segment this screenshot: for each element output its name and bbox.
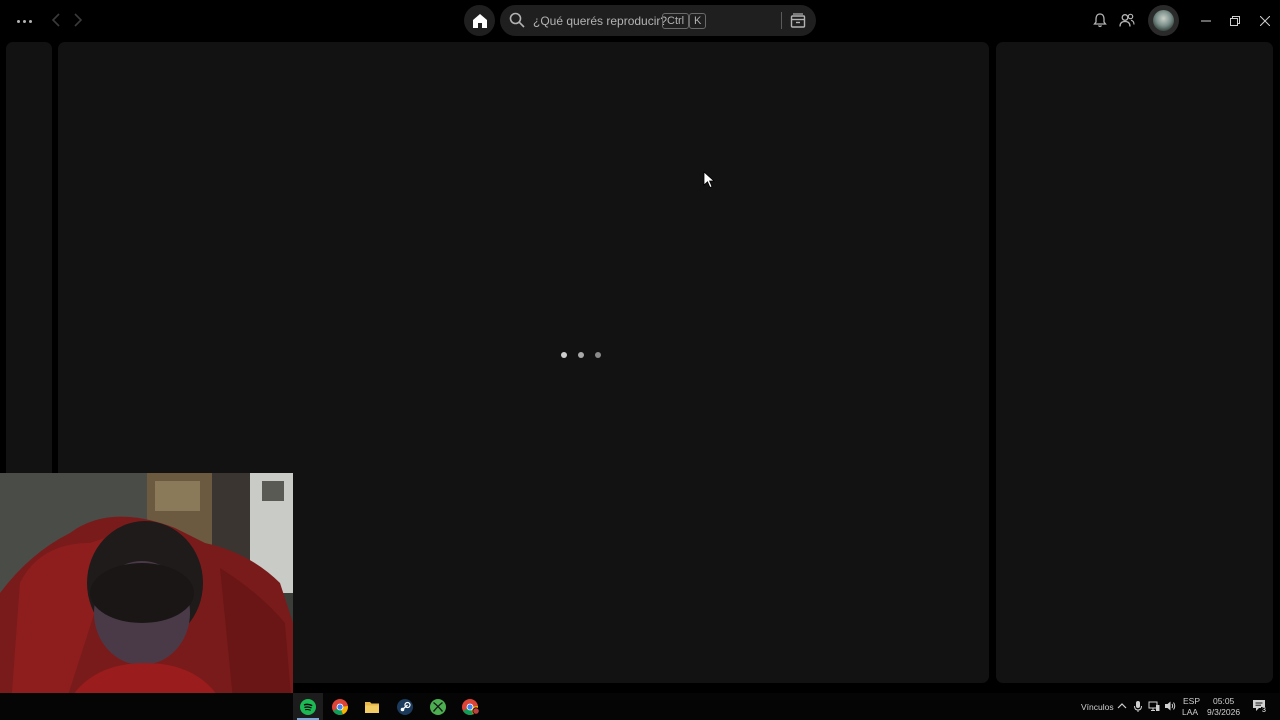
tray-links-label[interactable]: Vínculos	[1081, 702, 1114, 712]
folder-icon	[365, 701, 379, 713]
chrome-profile-icon	[462, 698, 480, 715]
search-icon	[509, 12, 525, 28]
close-icon[interactable]	[1257, 13, 1273, 29]
chevron-right-icon[interactable]	[68, 10, 88, 30]
avatar-image	[1153, 10, 1174, 31]
friend-activity-icon[interactable]	[1118, 11, 1136, 29]
volume-icon[interactable]	[1164, 700, 1176, 712]
search-divider	[781, 12, 782, 29]
home-button[interactable]	[464, 5, 495, 36]
spotify-icon	[300, 698, 316, 715]
microphone-icon[interactable]	[1132, 700, 1144, 712]
shortcut-k-key: K	[689, 13, 707, 29]
restore-icon[interactable]	[1227, 13, 1243, 29]
loading-dot	[561, 352, 567, 358]
loading-dot	[578, 352, 584, 358]
tray-clock-date[interactable]: 9/3/2026	[1207, 707, 1240, 717]
xbox-icon	[430, 698, 446, 715]
taskbar-app-file-explorer[interactable]	[357, 693, 387, 720]
loading-indicator	[561, 352, 601, 362]
taskbar-app-spotify[interactable]	[293, 693, 323, 720]
search-bar[interactable]: ¿Qué querés reproducir? Ctrl K	[500, 5, 816, 36]
taskbar-app-xbox[interactable]	[423, 693, 453, 720]
network-icon[interactable]	[1148, 700, 1160, 712]
library-sidebar	[6, 42, 52, 482]
webcam-overlay	[0, 473, 293, 720]
shortcut-ctrl-key: Ctrl	[662, 13, 690, 29]
minimize-icon[interactable]	[1198, 13, 1214, 29]
taskbar-app-steam[interactable]	[390, 693, 420, 720]
chrome-icon	[332, 698, 348, 715]
now-playing-panel	[996, 42, 1273, 683]
browse-button[interactable]	[788, 11, 808, 31]
steam-icon	[397, 698, 413, 715]
chevron-up-icon[interactable]	[1116, 700, 1128, 712]
tray-language-bottom[interactable]: LAA	[1182, 707, 1198, 717]
chevron-left-icon[interactable]	[46, 10, 66, 30]
browse-icon	[790, 13, 806, 28]
top-bar: ¿Qué querés reproducir? Ctrl K	[0, 0, 1280, 42]
more-dots-icon[interactable]	[12, 12, 36, 30]
loading-dot	[595, 352, 601, 358]
tray-language-top[interactable]: ESP	[1183, 696, 1200, 706]
webcam-feed-image	[0, 473, 293, 720]
avatar[interactable]	[1148, 5, 1179, 36]
search-input[interactable]: ¿Qué querés reproducir?	[533, 14, 667, 28]
bell-icon[interactable]	[1091, 11, 1109, 29]
action-center-button[interactable]: 3	[1252, 699, 1268, 715]
mouse-cursor-icon	[703, 171, 715, 189]
windows-taskbar: Vínculos ESP LAA 05:05 9/3/2026 3	[0, 693, 1280, 720]
home-icon	[472, 13, 487, 28]
taskbar-app-chrome[interactable]	[325, 693, 355, 720]
taskbar-app-chrome-profile[interactable]	[456, 693, 486, 720]
tray-clock-time[interactable]: 05:05	[1213, 696, 1234, 706]
notification-count-badge: 3	[1261, 707, 1267, 714]
